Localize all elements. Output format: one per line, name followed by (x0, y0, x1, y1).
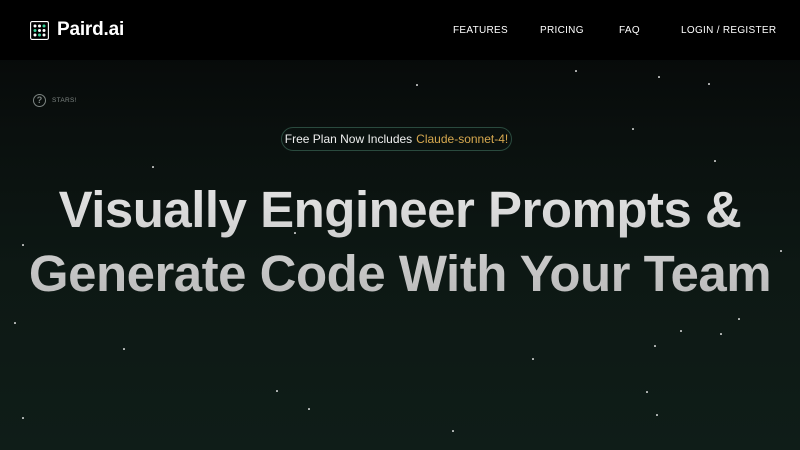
star (276, 390, 278, 392)
announcement-text: Free Plan Now Includes (284, 132, 413, 146)
star (416, 84, 418, 86)
stars-widget[interactable]: ? STARS! (33, 94, 77, 107)
star (152, 166, 154, 168)
nav-faq-link[interactable]: FAQ (619, 25, 640, 36)
hero-line-2: Generate Code With Your Team (28, 245, 772, 302)
star (308, 408, 310, 410)
star (632, 128, 634, 130)
nav-login-register-link[interactable]: LOGIN / REGISTER (681, 25, 776, 36)
hero-heading: Visually Engineer Prompts & Generate Cod… (0, 178, 800, 306)
dot-grid-logo-icon (30, 20, 49, 40)
star (658, 76, 660, 78)
star (656, 414, 658, 416)
star (452, 430, 454, 432)
nav-features-link[interactable]: FEATURES (453, 25, 508, 36)
star (575, 70, 577, 72)
brand-name: Paird.ai (57, 19, 125, 40)
star (123, 348, 125, 350)
star (22, 417, 24, 419)
star (532, 358, 534, 360)
star (720, 333, 722, 335)
star (680, 330, 682, 332)
nav-pricing-link[interactable]: PRICING (540, 25, 584, 36)
brand-logo-link[interactable]: Paird.ai (30, 20, 124, 40)
navbar: Paird.ai FEATURES PRICING FAQ LOGIN / RE… (0, 0, 800, 60)
star (14, 322, 16, 324)
star (646, 391, 648, 393)
stars-label: STARS! (52, 97, 77, 104)
star (738, 318, 740, 320)
star (654, 345, 656, 347)
announcement-pill[interactable]: Free Plan Now Includes Claude-sonnet-4! (281, 127, 512, 151)
hero-line-1: Visually Engineer Prompts & (58, 181, 742, 238)
star (714, 160, 716, 162)
announcement-highlight: Claude-sonnet-4! (416, 132, 509, 146)
star (708, 83, 710, 85)
help-circle-icon: ? (33, 94, 46, 107)
